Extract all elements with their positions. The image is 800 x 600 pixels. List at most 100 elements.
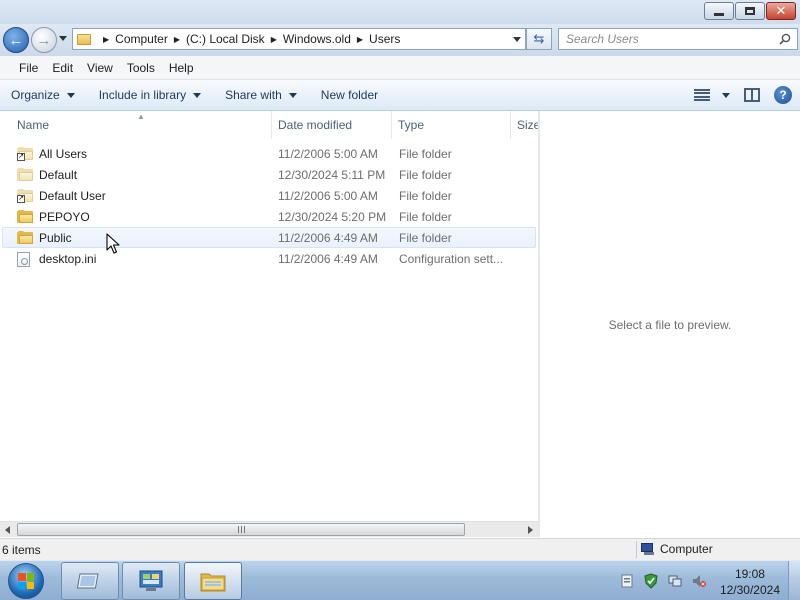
back-arrow-icon: ← (8, 31, 24, 49)
change-view-button[interactable] (694, 89, 730, 101)
folder-icon (17, 210, 33, 224)
file-rows: ↗ All Users 11/2/2006 5:00 AM File folde… (0, 143, 538, 269)
close-button[interactable]: ✕ (766, 2, 796, 20)
item-count: 6 items (2, 543, 41, 557)
file-row-desktop-ini[interactable]: desktop.ini 11/2/2006 4:49 AM Configurat… (0, 248, 538, 269)
scroll-left-icon[interactable] (5, 526, 10, 534)
horizontal-scrollbar[interactable] (0, 521, 538, 537)
breadcrumb-windows-old[interactable]: Windows.old (283, 32, 351, 46)
breadcrumb-computer[interactable]: Computer (115, 32, 168, 46)
file-row-pepoyo[interactable]: PEPOYO 12/30/2024 5:20 PM File folder (0, 206, 538, 227)
file-row-all-users[interactable]: ↗ All Users 11/2/2006 5:00 AM File folde… (0, 143, 538, 164)
menu-edit[interactable]: Edit (45, 61, 80, 75)
organize-button[interactable]: Organize (11, 88, 75, 102)
forward-button[interactable]: → (31, 27, 57, 53)
breadcrumb-chevron-icon[interactable]: ▶ (103, 35, 109, 44)
tray-icons (620, 573, 706, 589)
refresh-icon: ⇆ (533, 31, 545, 46)
taskbar-explorer-button[interactable] (184, 562, 242, 600)
file-row-default-user[interactable]: ↗ Default User 11/2/2006 5:00 AM File fo… (0, 185, 538, 206)
views-icon (694, 89, 710, 101)
chevron-down-icon (288, 92, 297, 98)
menu-tools[interactable]: Tools (120, 61, 162, 75)
control-panel-icon (139, 570, 163, 591)
grip-icon (237, 526, 245, 533)
search-box[interactable] (558, 28, 798, 50)
menu-file[interactable]: File (12, 61, 45, 75)
file-date: 11/2/2006 5:00 AM (278, 146, 378, 161)
refresh-button[interactable]: ⇆ (526, 28, 552, 50)
computer-icon (641, 543, 656, 555)
address-bar[interactable]: ▶ Computer ▶ (C:) Local Disk ▶ Windows.o… (72, 28, 526, 50)
breadcrumb-chevron-icon[interactable]: ▶ (271, 35, 277, 44)
status-location: Computer (641, 542, 713, 556)
preview-pane-toggle-icon[interactable] (744, 88, 760, 102)
column-size[interactable]: Size (511, 111, 540, 139)
chevron-down-icon (66, 92, 75, 98)
file-type: File folder (399, 146, 452, 161)
file-date: 11/2/2006 4:49 AM (278, 251, 378, 266)
start-button[interactable] (8, 563, 44, 599)
scrollbar-thumb[interactable] (17, 523, 465, 536)
search-input[interactable] (566, 32, 766, 46)
breadcrumb-users[interactable]: Users (369, 32, 400, 46)
status-location-label: Computer (660, 542, 713, 556)
volume-muted-icon[interactable] (692, 573, 706, 589)
clock-time: 19:08 (734, 567, 765, 581)
search-icon[interactable] (779, 33, 791, 45)
file-name: All Users (39, 146, 88, 161)
file-date: 12/30/2024 5:20 PM (278, 209, 387, 224)
clock[interactable]: 19:08 12/30/2024 (720, 566, 780, 598)
show-desktop-button[interactable] (788, 561, 800, 600)
breadcrumb-chevron-icon[interactable]: ▶ (357, 35, 363, 44)
breadcrumb-local-disk[interactable]: (C:) Local Disk (186, 32, 265, 46)
file-type: File folder (399, 230, 452, 245)
close-icon: ✕ (775, 3, 787, 19)
help-icon[interactable]: ? (774, 86, 792, 104)
windows-logo-icon (18, 573, 34, 589)
new-folder-button[interactable]: New folder (321, 88, 378, 102)
taskbar-notepad-button[interactable] (61, 562, 119, 600)
security-shield-icon[interactable] (644, 573, 658, 589)
address-dropdown-icon[interactable] (513, 37, 521, 42)
scroll-right-icon[interactable] (528, 526, 533, 534)
menu-view[interactable]: View (80, 61, 120, 75)
minimize-button[interactable] (704, 2, 734, 20)
column-name[interactable]: Name (11, 111, 272, 139)
menu-help[interactable]: Help (162, 61, 201, 75)
file-date: 11/2/2006 4:49 AM (278, 230, 378, 245)
action-center-icon[interactable] (620, 573, 634, 589)
back-button[interactable]: ← (3, 27, 29, 53)
folder-icon (17, 231, 33, 245)
preview-message: Select a file to preview. (608, 318, 732, 332)
column-date-modified[interactable]: Date modified (272, 111, 392, 139)
status-divider (636, 541, 637, 558)
file-row-default[interactable]: Default 12/30/2024 5:11 PM File folder (0, 164, 538, 185)
maximize-button[interactable] (735, 2, 765, 20)
file-row-public[interactable]: Public 11/2/2006 4:49 AM File folder (2, 227, 536, 248)
file-type: File folder (399, 167, 452, 182)
taskbar-control-panel-button[interactable] (122, 562, 180, 600)
folder-icon (17, 168, 33, 182)
preview-pane: Select a file to preview. (540, 111, 800, 537)
clock-date: 12/30/2024 (719, 583, 780, 597)
file-type: Configuration sett... (399, 251, 504, 266)
navigation-bar: ← → ▶ Computer ▶ (C:) Local Disk ▶ Windo… (0, 24, 800, 56)
file-name: PEPOYO (39, 209, 90, 224)
share-with-button[interactable]: Share with (225, 88, 297, 102)
view-controls: ? (694, 86, 792, 104)
window-controls: ✕ (704, 2, 796, 20)
column-type[interactable]: Type (392, 111, 511, 139)
file-type: File folder (399, 209, 452, 224)
column-type-label: Type (398, 118, 425, 132)
breadcrumb-chevron-icon[interactable]: ▶ (174, 35, 180, 44)
organize-label: Organize (11, 88, 60, 102)
file-type: File folder (399, 188, 452, 203)
column-name-label: Name (17, 118, 50, 132)
network-icon[interactable] (668, 573, 682, 589)
new-folder-label: New folder (320, 88, 379, 102)
recent-pages-dropdown[interactable] (59, 36, 67, 41)
taskbar: 19:08 12/30/2024 (0, 560, 800, 600)
menu-bar: File Edit View Tools Help (0, 56, 800, 80)
include-in-library-button[interactable]: Include in library (99, 88, 202, 102)
